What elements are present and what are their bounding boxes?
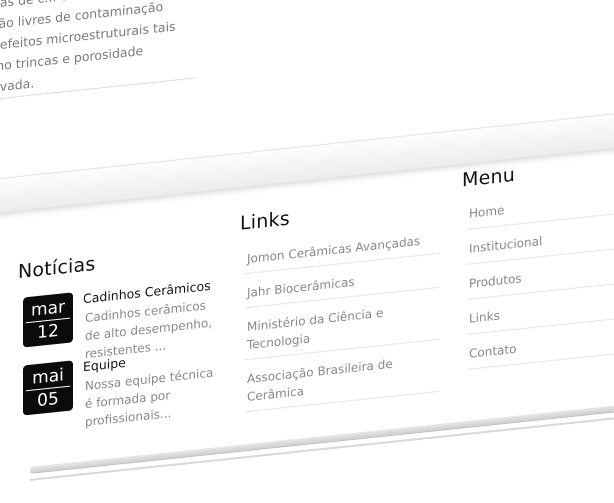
date-badge: mai 05 — [23, 360, 73, 416]
news-heading[interactable]: Equipe — [83, 355, 126, 375]
links-title: Links — [240, 207, 290, 235]
news-excerpt: Nossa equipe técnica é formada por profi… — [85, 365, 214, 430]
date-day: 05 — [37, 388, 59, 412]
date-badge: mar 12 — [23, 292, 73, 348]
intro-text: nas de c... contaminação são livres de c… — [0, 0, 202, 98]
footer-stage: nas de c... contaminação são livres de c… — [0, 0, 614, 501]
date-day: 12 — [37, 320, 59, 344]
menu-list: Home Institucional Produtos Links Contat… — [467, 184, 614, 376]
links-list: Jomon Cerâmicas Avançadas Jahr Biocerâmi… — [245, 225, 440, 418]
menu-title: Menu — [462, 163, 515, 192]
news-title: Notícias — [18, 252, 96, 284]
